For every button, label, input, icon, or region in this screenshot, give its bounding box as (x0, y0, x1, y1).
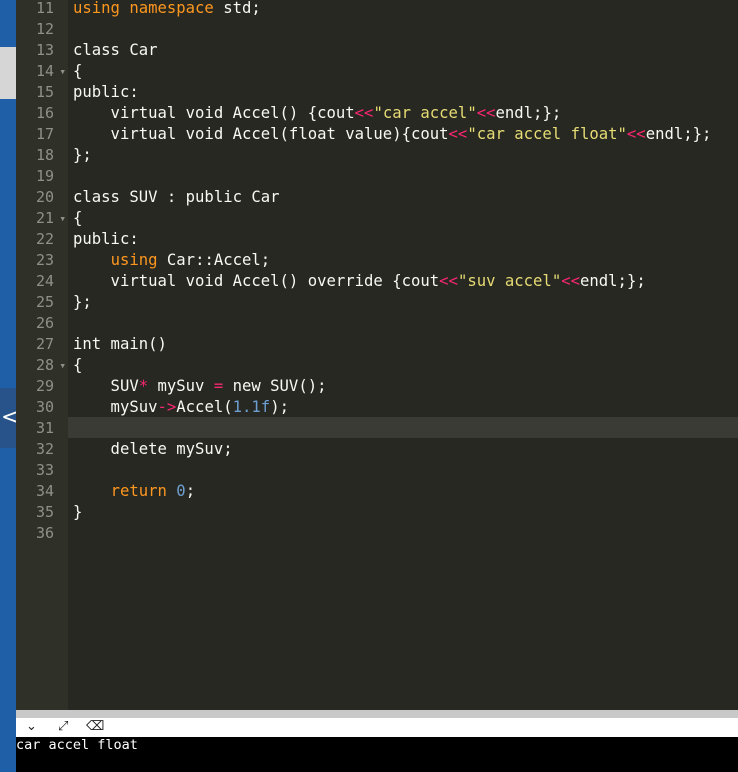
code-line-17: virtual void Accel(float value){cout<<"c… (73, 125, 712, 143)
line-number-25: 25 (35, 293, 54, 311)
line-number-23: 23 (35, 251, 54, 269)
clear-console-icon[interactable]: ⌫ (86, 719, 104, 734)
console-toolbar: ⌄ ⤢ ⌫ (16, 718, 738, 737)
collapse-panel-button[interactable]: < (0, 388, 19, 448)
code-line-23: using Car::Accel; (110, 251, 271, 269)
code-line-34: return 0; (110, 482, 196, 500)
line-number-20: 20 (35, 188, 54, 206)
chevron-down-icon[interactable]: ⌄ (26, 719, 37, 734)
code-line-14: { (73, 62, 83, 80)
line-number-gutter: 11 12 13 14 ▾ 15 16 17 18 19 20 21 ▾ 22 23 24 25 26 27 28 ▾ 2… (16, 0, 68, 710)
line-number-28: 28 ▾ (35, 355, 66, 376)
code-line-27: int main() (73, 335, 167, 353)
line-number-33: 33 (35, 461, 54, 479)
line-number-31: 31 (35, 419, 54, 437)
console-output-text: car accel float (16, 737, 138, 753)
line-number-14: 14 ▾ (35, 61, 66, 82)
line-number-26: 26 (35, 314, 54, 332)
active-line-highlight (68, 417, 738, 438)
code-line-25: }; (73, 293, 92, 311)
code-line-13: class Car (73, 41, 158, 59)
code-line-21: { (73, 209, 83, 227)
line-number-22: 22 (35, 230, 54, 248)
code-line-18: }; (73, 146, 92, 164)
code-line-16: virtual void Accel() {cout<<"car accel"<… (73, 104, 562, 122)
line-number-12: 12 (35, 20, 54, 38)
line-number-35: 35 (35, 503, 54, 521)
line-number-34: 34 (35, 482, 54, 500)
code-line-32: delete mySuv; (73, 440, 233, 458)
code-line-11: using namespace std; (73, 0, 261, 17)
line-number-19: 19 (35, 167, 54, 185)
left-panel-strip (0, 0, 16, 710)
line-number-21: 21 ▾ (35, 208, 66, 229)
code-line-30: mySuv->Accel(1.1f); (73, 398, 289, 416)
code-line-29: SUV* mySuv = new SUV(); (73, 377, 327, 395)
fold-toggle-icon[interactable]: ▾ (59, 355, 66, 376)
code-line-24: virtual void Accel() override {cout<<"su… (73, 272, 646, 290)
line-number-16: 16 (35, 104, 54, 122)
line-number-30: 30 (35, 398, 54, 416)
console-output: car accel float (16, 737, 738, 772)
line-number-24: 24 (35, 272, 54, 290)
line-number-17: 17 (35, 125, 54, 143)
code-line-20: class SUV : public Car (73, 188, 280, 206)
line-number-27: 27 (35, 335, 54, 353)
expand-arrows-icon[interactable]: ⤢ (58, 719, 68, 734)
code-line-15: public: (73, 83, 139, 101)
code-editor[interactable]: using namespace std; class Car { public:… (68, 0, 738, 710)
fold-toggle-icon[interactable]: ▾ (59, 61, 66, 82)
code-line-22: public: (73, 230, 139, 248)
line-number-13: 13 (35, 41, 54, 59)
left-strip-highlight (0, 47, 16, 99)
line-number-18: 18 (35, 146, 54, 164)
line-number-11: 11 (35, 0, 54, 17)
code-line-28: { (73, 356, 83, 374)
line-number-32: 32 (35, 440, 54, 458)
line-number-15: 15 (35, 83, 54, 101)
fold-toggle-icon[interactable]: ▾ (59, 208, 66, 229)
line-number-29: 29 (35, 377, 54, 395)
code-line-35: } (73, 503, 83, 521)
console-resize-handle[interactable] (16, 710, 738, 718)
line-number-36: 36 (35, 524, 54, 542)
left-panel-strip-bottom (0, 710, 16, 772)
